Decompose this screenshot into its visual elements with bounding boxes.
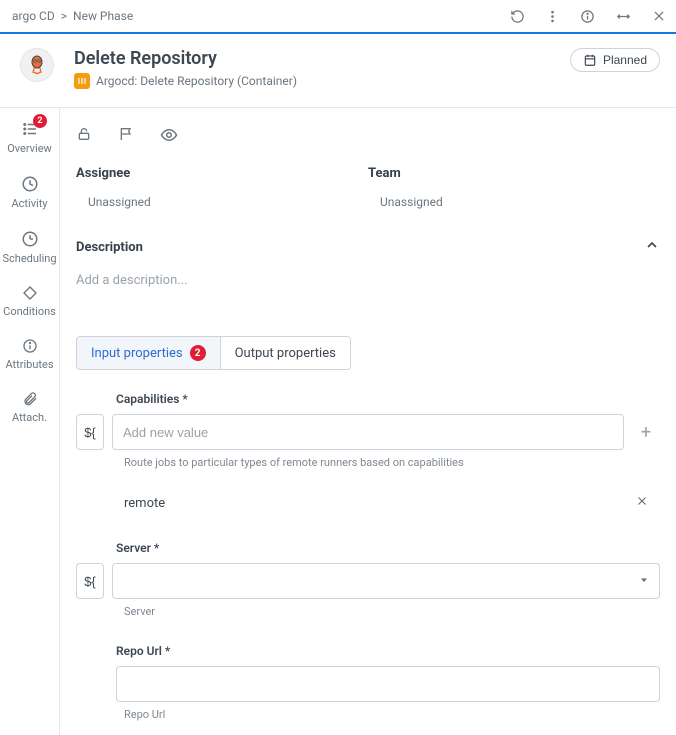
- sidebar-item-overview[interactable]: 2 Overview: [0, 108, 59, 163]
- sidebar: 2 Overview Activity Scheduling Condition…: [0, 108, 60, 735]
- description-input[interactable]: Add a description...: [76, 267, 660, 324]
- description-header[interactable]: Description: [76, 227, 660, 267]
- sidebar-item-label: Activity: [11, 197, 47, 210]
- capabilities-input[interactable]: [112, 414, 624, 450]
- repo-url-helper: Repo Url: [76, 702, 660, 721]
- info-icon[interactable]: [580, 9, 595, 24]
- tab-output-properties[interactable]: Output properties: [220, 337, 350, 369]
- sidebar-item-label: Conditions: [3, 305, 56, 318]
- assignee-value[interactable]: Unassigned: [76, 195, 368, 209]
- capability-chip-row: remote: [124, 491, 660, 515]
- container-icon: [74, 73, 90, 89]
- breadcrumb-phase[interactable]: New Phase: [73, 9, 133, 23]
- page-title: Delete Repository: [74, 48, 570, 69]
- status-label: Planned: [603, 53, 647, 67]
- meta-row: Assignee Unassigned Team Unassigned: [60, 166, 676, 227]
- assignee-col: Assignee Unassigned: [76, 166, 368, 209]
- sidebar-item-label: Attributes: [5, 358, 53, 371]
- tab-label: Input properties: [91, 346, 183, 361]
- content: Assignee Unassigned Team Unassigned Desc…: [60, 108, 676, 735]
- sidebar-item-activity[interactable]: Activity: [0, 163, 59, 218]
- expand-icon[interactable]: [615, 9, 632, 24]
- breadcrumb-separator: >: [61, 9, 67, 23]
- sidebar-item-attributes[interactable]: Attributes: [0, 326, 59, 379]
- assignee-label: Assignee: [76, 166, 368, 181]
- tab-input-properties[interactable]: Input properties 2: [77, 337, 220, 369]
- sidebar-item-label: Scheduling: [2, 252, 56, 265]
- capabilities-helper: Route jobs to particular types of remote…: [76, 450, 660, 469]
- diamond-icon: [22, 285, 38, 301]
- fields: Capabilities * ${ + Route jobs to partic…: [60, 392, 676, 721]
- header: Delete Repository Argocd: Delete Reposit…: [0, 34, 676, 108]
- team-label: Team: [368, 166, 660, 181]
- repo-url-label: Repo Url *: [76, 644, 660, 658]
- breadcrumb: argo CD > New Phase: [12, 9, 510, 23]
- team-value[interactable]: Unassigned: [368, 195, 660, 209]
- refresh-icon[interactable]: [510, 9, 525, 24]
- tab-label: Output properties: [235, 346, 336, 361]
- repo-url-input[interactable]: [116, 666, 660, 702]
- calendar-icon: [583, 53, 597, 67]
- avatar: [20, 48, 54, 82]
- repo-url-field: Repo Url * Repo Url: [76, 644, 660, 721]
- capability-chip: remote: [124, 496, 165, 511]
- breadcrumb-root[interactable]: argo CD: [12, 9, 55, 23]
- description-title: Description: [76, 240, 143, 255]
- flag-icon[interactable]: [118, 126, 134, 148]
- team-col: Team Unassigned: [368, 166, 660, 209]
- capabilities-label: Capabilities *: [76, 392, 660, 406]
- sidebar-item-attach[interactable]: Attach.: [0, 379, 59, 432]
- server-label: Server *: [76, 541, 660, 555]
- top-bar: argo CD > New Phase: [0, 0, 676, 34]
- task-iconbar: [60, 108, 676, 166]
- variable-button[interactable]: ${: [76, 414, 104, 450]
- caret-down-icon: [639, 574, 649, 589]
- remove-chip-icon[interactable]: [632, 491, 652, 515]
- add-value-button[interactable]: +: [632, 414, 660, 450]
- capabilities-field: Capabilities * ${ + Route jobs to partic…: [76, 392, 660, 515]
- sidebar-item-conditions[interactable]: Conditions: [0, 273, 59, 326]
- close-icon[interactable]: [652, 9, 666, 23]
- description-section: Description Add a description...: [60, 227, 676, 324]
- more-icon[interactable]: [545, 9, 560, 24]
- status-button[interactable]: Planned: [570, 48, 660, 72]
- chevron-up-icon: [644, 237, 660, 257]
- property-tabs: Input properties 2 Output properties: [76, 336, 351, 370]
- schedule-icon: [21, 230, 39, 248]
- sidebar-badge: 2: [33, 114, 47, 128]
- server-helper: Server: [76, 599, 660, 618]
- clock-icon: [21, 175, 39, 193]
- sidebar-item-label: Overview: [7, 142, 52, 155]
- info-circle-icon: [22, 338, 38, 354]
- paperclip-icon: [22, 391, 38, 407]
- subtitle-text: Argocd: Delete Repository (Container): [96, 74, 297, 88]
- sidebar-item-label: Attach.: [12, 411, 47, 424]
- lock-icon[interactable]: [76, 126, 92, 148]
- variable-button[interactable]: ${: [76, 563, 104, 599]
- subtitle: Argocd: Delete Repository (Container): [74, 73, 570, 89]
- server-select[interactable]: [112, 563, 660, 599]
- eye-icon[interactable]: [160, 126, 178, 148]
- tab-count-badge: 2: [190, 345, 206, 361]
- top-actions: [510, 9, 666, 24]
- server-field: Server * ${ Server: [76, 541, 660, 618]
- sidebar-item-scheduling[interactable]: Scheduling: [0, 218, 59, 273]
